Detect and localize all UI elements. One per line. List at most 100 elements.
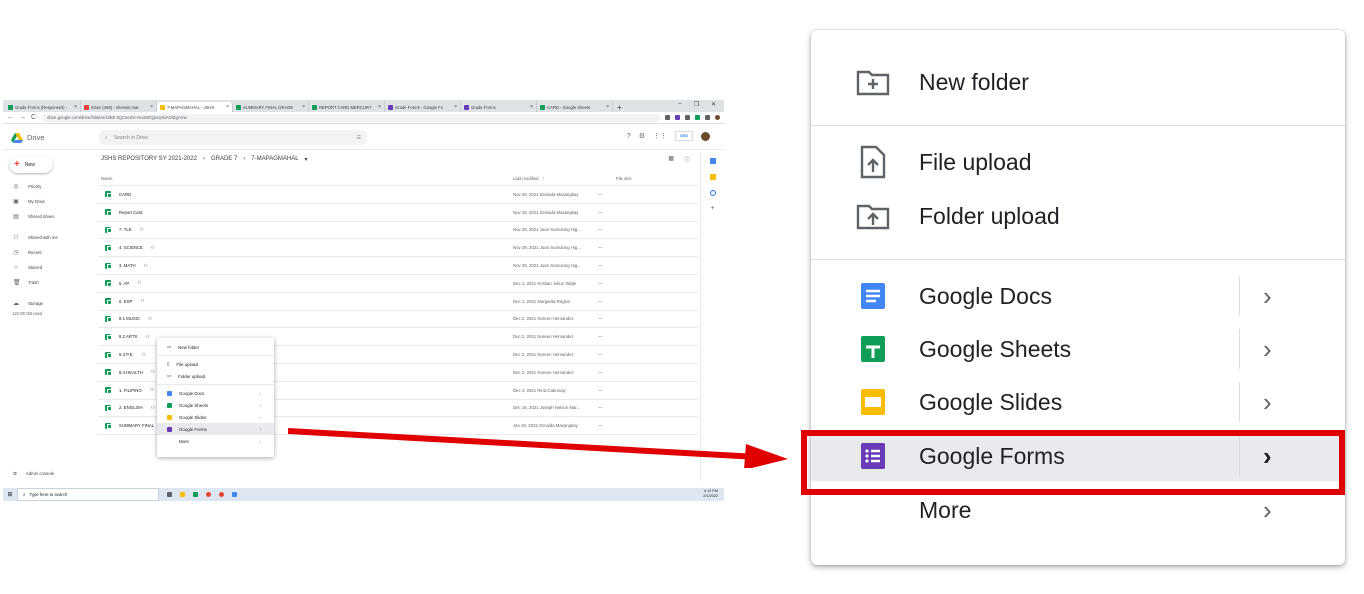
browser-tab[interactable]: Grade Forms - Google Fo × xyxy=(385,102,461,112)
browser-tab[interactable]: REPORT CARD MERCURY × xyxy=(309,102,385,112)
browser-tab[interactable]: Grade Forms (Responses) - × xyxy=(5,102,81,112)
apps-grid-icon[interactable]: ⋮⋮ xyxy=(653,132,667,140)
table-row[interactable]: 4. SCIENCE ⚇ Nov 29, 2021 Juan Sumulong Hi… xyxy=(98,239,698,258)
browser-tab[interactable]: 7-MAPAGMAHAL - JSHS × xyxy=(157,102,233,112)
menu-file-upload[interactable]: ▯ File upload xyxy=(157,358,274,370)
table-row[interactable]: 5. AP ⚇ Dec 1, 2021 Kristian Julius Tablje… xyxy=(98,275,698,293)
sidebar-item[interactable]: ☁ Storage xyxy=(3,296,95,311)
chevron-right-icon[interactable]: › xyxy=(1263,387,1272,418)
close-tab-icon[interactable]: × xyxy=(530,104,533,110)
new-button[interactable]: + New xyxy=(9,156,53,173)
minimize-icon[interactable]: – xyxy=(678,101,681,108)
column-name[interactable]: Name xyxy=(98,176,513,181)
chevron-down-icon[interactable]: ▾ xyxy=(305,156,308,163)
extension-icon[interactable] xyxy=(695,115,700,120)
search-input[interactable]: Search in Drive xyxy=(114,135,351,141)
info-icon[interactable]: ⓘ xyxy=(684,155,690,164)
table-row[interactable]: 8.1 MUSIC ⚇ Dec 2, 2021 Noreen Hernandez — xyxy=(98,311,698,329)
taskbar-search-input[interactable]: Type here to search xyxy=(29,492,67,497)
app-icon[interactable] xyxy=(206,492,211,497)
extension-icon[interactable] xyxy=(675,115,680,120)
system-tray-clock[interactable]: 4:12 PM 2/1/2022 xyxy=(703,489,718,499)
menu-google-forms[interactable]: Google Forms › xyxy=(157,423,274,435)
chevron-right-icon[interactable]: › xyxy=(1263,334,1272,365)
settings-icon[interactable]: ⚙ xyxy=(639,132,645,140)
sidebar-item[interactable]: ▣ My Drive xyxy=(3,194,95,209)
menu-file-upload[interactable]: File upload xyxy=(811,137,1345,187)
app-icon[interactable] xyxy=(193,492,198,497)
help-icon[interactable]: ? xyxy=(627,133,631,140)
sidebar-item[interactable]: ☆ Starred xyxy=(3,260,95,275)
close-tab-icon[interactable]: × xyxy=(302,104,305,110)
search-options-icon[interactable]: ☰ xyxy=(357,135,361,141)
grid-view-icon[interactable]: ▦ xyxy=(668,155,674,164)
close-tab-icon[interactable]: × xyxy=(150,104,153,110)
close-tab-icon[interactable]: × xyxy=(606,104,609,110)
sidebar-item[interactable]: ◷ Recent xyxy=(3,245,95,260)
menu-folder-upload[interactable]: Folder upload xyxy=(811,191,1345,241)
browser-tab[interactable]: Grade Forms × xyxy=(461,102,537,112)
close-tab-icon[interactable]: × xyxy=(226,104,229,110)
table-row[interactable]: 7. TLE ⚇ Nov 29, 2021 Juan Sumulong Hig...… xyxy=(98,222,698,240)
sidebar-item[interactable]: ▤ Shared drives xyxy=(3,209,95,224)
menu-google-slides[interactable]: Google Slides › xyxy=(811,377,1345,427)
chrome-icon[interactable] xyxy=(219,492,224,497)
table-row[interactable]: Report Card Nov 29, 2021 Zenaida Masangka… xyxy=(98,204,698,222)
profile-icon[interactable] xyxy=(715,115,720,120)
close-tab-icon[interactable]: × xyxy=(454,104,457,110)
table-row[interactable]: CARD Nov 29, 2021 Zenaida Masangkay — xyxy=(98,186,698,204)
org-badge[interactable]: GSG xyxy=(675,131,693,141)
windows-start-icon[interactable]: ⊞ xyxy=(3,491,17,498)
search-bar[interactable]: ⌕ Search in Drive ☰ xyxy=(99,130,367,145)
browser-tab[interactable]: CARD - Google Sheets × xyxy=(537,102,613,112)
file-explorer-icon[interactable] xyxy=(180,492,185,497)
menu-more[interactable]: More › xyxy=(157,435,274,447)
avatar[interactable] xyxy=(701,131,710,141)
extension-icon[interactable] xyxy=(665,115,670,120)
admin-console-link[interactable]: ⚙ Admin console xyxy=(13,471,54,477)
reload-icon[interactable]: C xyxy=(31,114,36,121)
calendar-icon[interactable] xyxy=(709,158,716,164)
file-name-cell: 4. SCIENCE ⚇ xyxy=(98,244,513,252)
column-size[interactable]: File size xyxy=(593,176,653,181)
new-tab-icon[interactable]: + xyxy=(613,103,626,112)
drive-logo[interactable]: Drive xyxy=(11,132,99,143)
close-tab-icon[interactable]: × xyxy=(74,104,77,110)
extension-icon[interactable] xyxy=(685,115,690,120)
forward-icon[interactable]: → xyxy=(19,114,26,121)
extension-icon[interactable] xyxy=(705,115,710,120)
restore-icon[interactable]: ❐ xyxy=(694,101,699,108)
sidebar-item[interactable]: ⚇ Shared with me xyxy=(3,230,95,245)
breadcrumb-item[interactable]: 7-MAPAGMAHAL xyxy=(251,156,298,162)
search-icon[interactable]: ⌕ xyxy=(105,135,108,141)
menu-new-folder[interactable]: ▭ New folder xyxy=(157,341,274,353)
table-row[interactable]: 3. MATH ⚇ Nov 29, 2021 Juan Sumulong Hig..… xyxy=(98,257,698,275)
browser-tab[interactable]: Inbox (488) - sherwin.mar × xyxy=(81,102,157,112)
browser-tab[interactable]: SUMMARY FINAL GRADE × xyxy=(233,102,309,112)
column-modified[interactable]: Last modified ↑ xyxy=(513,176,593,181)
table-row[interactable]: 6. ESP ⚇ Dec 1, 2021 Margarita Reglos — xyxy=(98,293,698,311)
menu-google-sheets[interactable]: Google Sheets › xyxy=(811,324,1345,374)
menu-folder-upload[interactable]: ▭ Folder upload xyxy=(157,370,274,382)
add-addon-icon[interactable]: + xyxy=(710,205,716,212)
menu-google-sheets[interactable]: Google Sheets › xyxy=(157,399,274,411)
breadcrumb-item[interactable]: GRADE 7 xyxy=(211,156,237,162)
url-field[interactable]: drive.google.com/drive/folders/10kE-ZgCn… xyxy=(41,113,660,122)
menu-google-docs[interactable]: Google Docs › xyxy=(157,387,274,399)
sidebar-item[interactable]: ◎ Priority xyxy=(3,179,95,194)
app-icon[interactable] xyxy=(232,492,237,497)
breadcrumb-item[interactable]: JSHS REPOSITORY SY 2021-2022 xyxy=(101,156,197,162)
close-icon[interactable]: ✕ xyxy=(711,101,716,108)
sidebar-item[interactable]: 🗑 Trash xyxy=(3,275,95,290)
tasks-icon[interactable] xyxy=(709,190,716,196)
menu-google-docs[interactable]: Google Docs › xyxy=(811,271,1345,321)
sort-arrow-icon[interactable]: ↑ xyxy=(542,176,544,181)
menu-new-folder[interactable]: New folder xyxy=(811,57,1345,107)
close-tab-icon[interactable]: × xyxy=(378,104,381,110)
taskbar-search[interactable]: ⌕ Type here to search xyxy=(17,488,159,501)
task-view-icon[interactable] xyxy=(167,492,172,497)
chevron-right-icon[interactable]: › xyxy=(1263,281,1272,312)
back-icon[interactable]: ← xyxy=(7,114,14,121)
keep-icon[interactable] xyxy=(709,174,716,180)
menu-google-slides[interactable]: Google Slides › xyxy=(157,411,274,423)
